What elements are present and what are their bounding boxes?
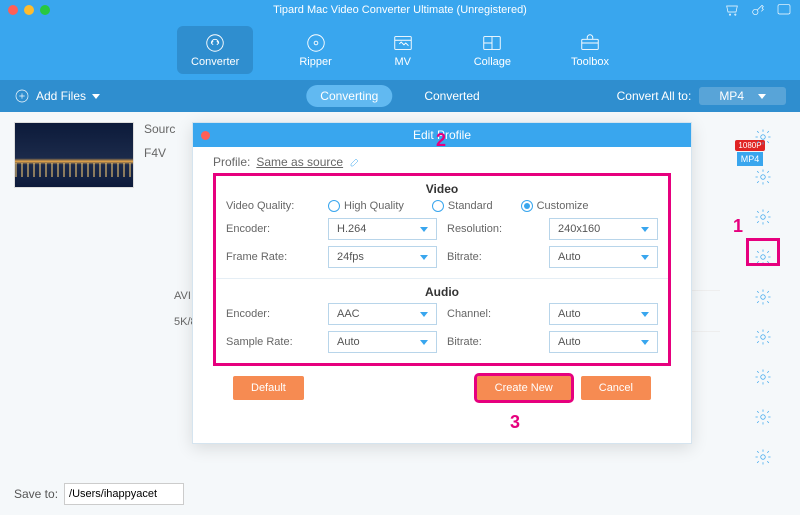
- audio-encoder-label: Encoder:: [226, 308, 318, 320]
- nav-collage[interactable]: Collage: [460, 26, 525, 74]
- samplerate-select[interactable]: Auto: [328, 331, 437, 353]
- nav-mv[interactable]: MV: [378, 26, 428, 74]
- add-files-label: Add Files: [36, 89, 86, 103]
- main-nav: Converter Ripper MV Collage Toolbox: [0, 20, 800, 80]
- channel-label: Channel:: [447, 308, 539, 320]
- samplerate-label: Sample Rate:: [226, 336, 318, 348]
- feedback-icon[interactable]: [776, 2, 792, 18]
- gear-icon[interactable]: [754, 288, 772, 306]
- chevron-down-icon: [641, 255, 649, 260]
- nav-ripper[interactable]: Ripper: [285, 26, 345, 74]
- save-to-row: Save to:: [14, 483, 184, 505]
- gear-icon[interactable]: [754, 408, 772, 426]
- radio-standard[interactable]: Standard: [432, 200, 493, 212]
- chevron-down-icon: [420, 227, 428, 232]
- convert-all-value: MP4: [719, 89, 744, 103]
- audio-encoder-select[interactable]: AAC: [328, 303, 437, 325]
- video-section-title: Video: [226, 182, 658, 196]
- default-button[interactable]: Default: [233, 376, 304, 400]
- tab-converted[interactable]: Converted: [410, 85, 493, 107]
- framerate-label: Frame Rate:: [226, 251, 318, 263]
- profile-value: Same as source: [256, 155, 343, 169]
- convert-all-select[interactable]: MP4: [699, 87, 786, 105]
- audio-section-title: Audio: [226, 285, 658, 299]
- save-to-label: Save to:: [14, 487, 58, 501]
- framerate-select[interactable]: 24fps: [328, 246, 437, 268]
- annotation-box-2: Video Video Quality: High Quality Standa…: [213, 173, 671, 366]
- video-bitrate-label: Bitrate:: [447, 251, 539, 263]
- minimize-icon[interactable]: [24, 5, 34, 15]
- nav-toolbox[interactable]: Toolbox: [557, 26, 623, 74]
- chevron-down-icon: [420, 312, 428, 317]
- window-controls: [8, 5, 50, 15]
- resolution-select[interactable]: 240x160: [549, 218, 658, 240]
- gear-icon[interactable]: [754, 368, 772, 386]
- profile-label: Profile:: [213, 155, 250, 169]
- chevron-down-icon[interactable]: [92, 94, 100, 99]
- maximize-icon[interactable]: [40, 5, 50, 15]
- annotation-box-1: [746, 238, 780, 266]
- create-new-button[interactable]: Create New: [477, 376, 571, 400]
- chevron-down-icon: [641, 312, 649, 317]
- audio-bitrate-label: Bitrate:: [447, 336, 539, 348]
- edit-profile-modal: Edit Profile Profile: Same as source Vid…: [192, 122, 692, 444]
- gear-icon[interactable]: [754, 208, 772, 226]
- source-label: Sourc: [144, 122, 175, 136]
- title-bar: Tipard Mac Video Converter Ultimate (Unr…: [0, 0, 800, 20]
- annotation-1: 1: [733, 216, 743, 237]
- video-encoder-label: Encoder:: [226, 223, 318, 235]
- cart-icon[interactable]: [724, 2, 740, 18]
- gear-icon[interactable]: [754, 328, 772, 346]
- gear-icon[interactable]: [754, 128, 772, 146]
- nav-label: Collage: [474, 56, 511, 68]
- video-encoder-select[interactable]: H.264: [328, 218, 437, 240]
- video-bitrate-select[interactable]: Auto: [549, 246, 658, 268]
- nav-label: Converter: [191, 56, 239, 68]
- cancel-button[interactable]: Cancel: [581, 376, 651, 400]
- nav-converter[interactable]: Converter: [177, 26, 253, 74]
- close-icon[interactable]: [8, 5, 18, 15]
- chevron-down-icon: [641, 227, 649, 232]
- nav-label: Toolbox: [571, 56, 609, 68]
- add-files-button[interactable]: Add Files: [14, 88, 100, 104]
- nav-label: MV: [394, 56, 411, 68]
- edit-icon[interactable]: [349, 156, 361, 168]
- resolution-label: Resolution:: [447, 223, 539, 235]
- nav-label: Ripper: [299, 56, 331, 68]
- radio-high-quality[interactable]: High Quality: [328, 200, 404, 212]
- gear-column: [754, 128, 772, 466]
- chevron-down-icon: [641, 340, 649, 345]
- video-quality-label: Video Quality:: [226, 200, 318, 212]
- gear-icon[interactable]: [754, 168, 772, 186]
- chevron-down-icon: [758, 94, 766, 99]
- close-icon[interactable]: [201, 131, 210, 140]
- chevron-down-icon: [420, 340, 428, 345]
- save-path-input[interactable]: [64, 483, 184, 505]
- gear-icon[interactable]: [754, 448, 772, 466]
- audio-bitrate-select[interactable]: Auto: [549, 331, 658, 353]
- annotation-3: 3: [510, 412, 520, 433]
- app-title: Tipard Mac Video Converter Ultimate (Unr…: [273, 4, 527, 16]
- annotation-2: 2: [436, 130, 446, 151]
- convert-all-label: Convert All to:: [617, 89, 692, 103]
- radio-customize[interactable]: Customize: [521, 200, 589, 212]
- format-label: F4V: [144, 146, 175, 160]
- video-thumbnail[interactable]: [14, 122, 134, 188]
- tab-converting[interactable]: Converting: [306, 85, 392, 107]
- sub-bar: Add Files Converting Converted Convert A…: [0, 80, 800, 112]
- key-icon[interactable]: [750, 2, 766, 18]
- channel-select[interactable]: Auto: [549, 303, 658, 325]
- chevron-down-icon: [420, 255, 428, 260]
